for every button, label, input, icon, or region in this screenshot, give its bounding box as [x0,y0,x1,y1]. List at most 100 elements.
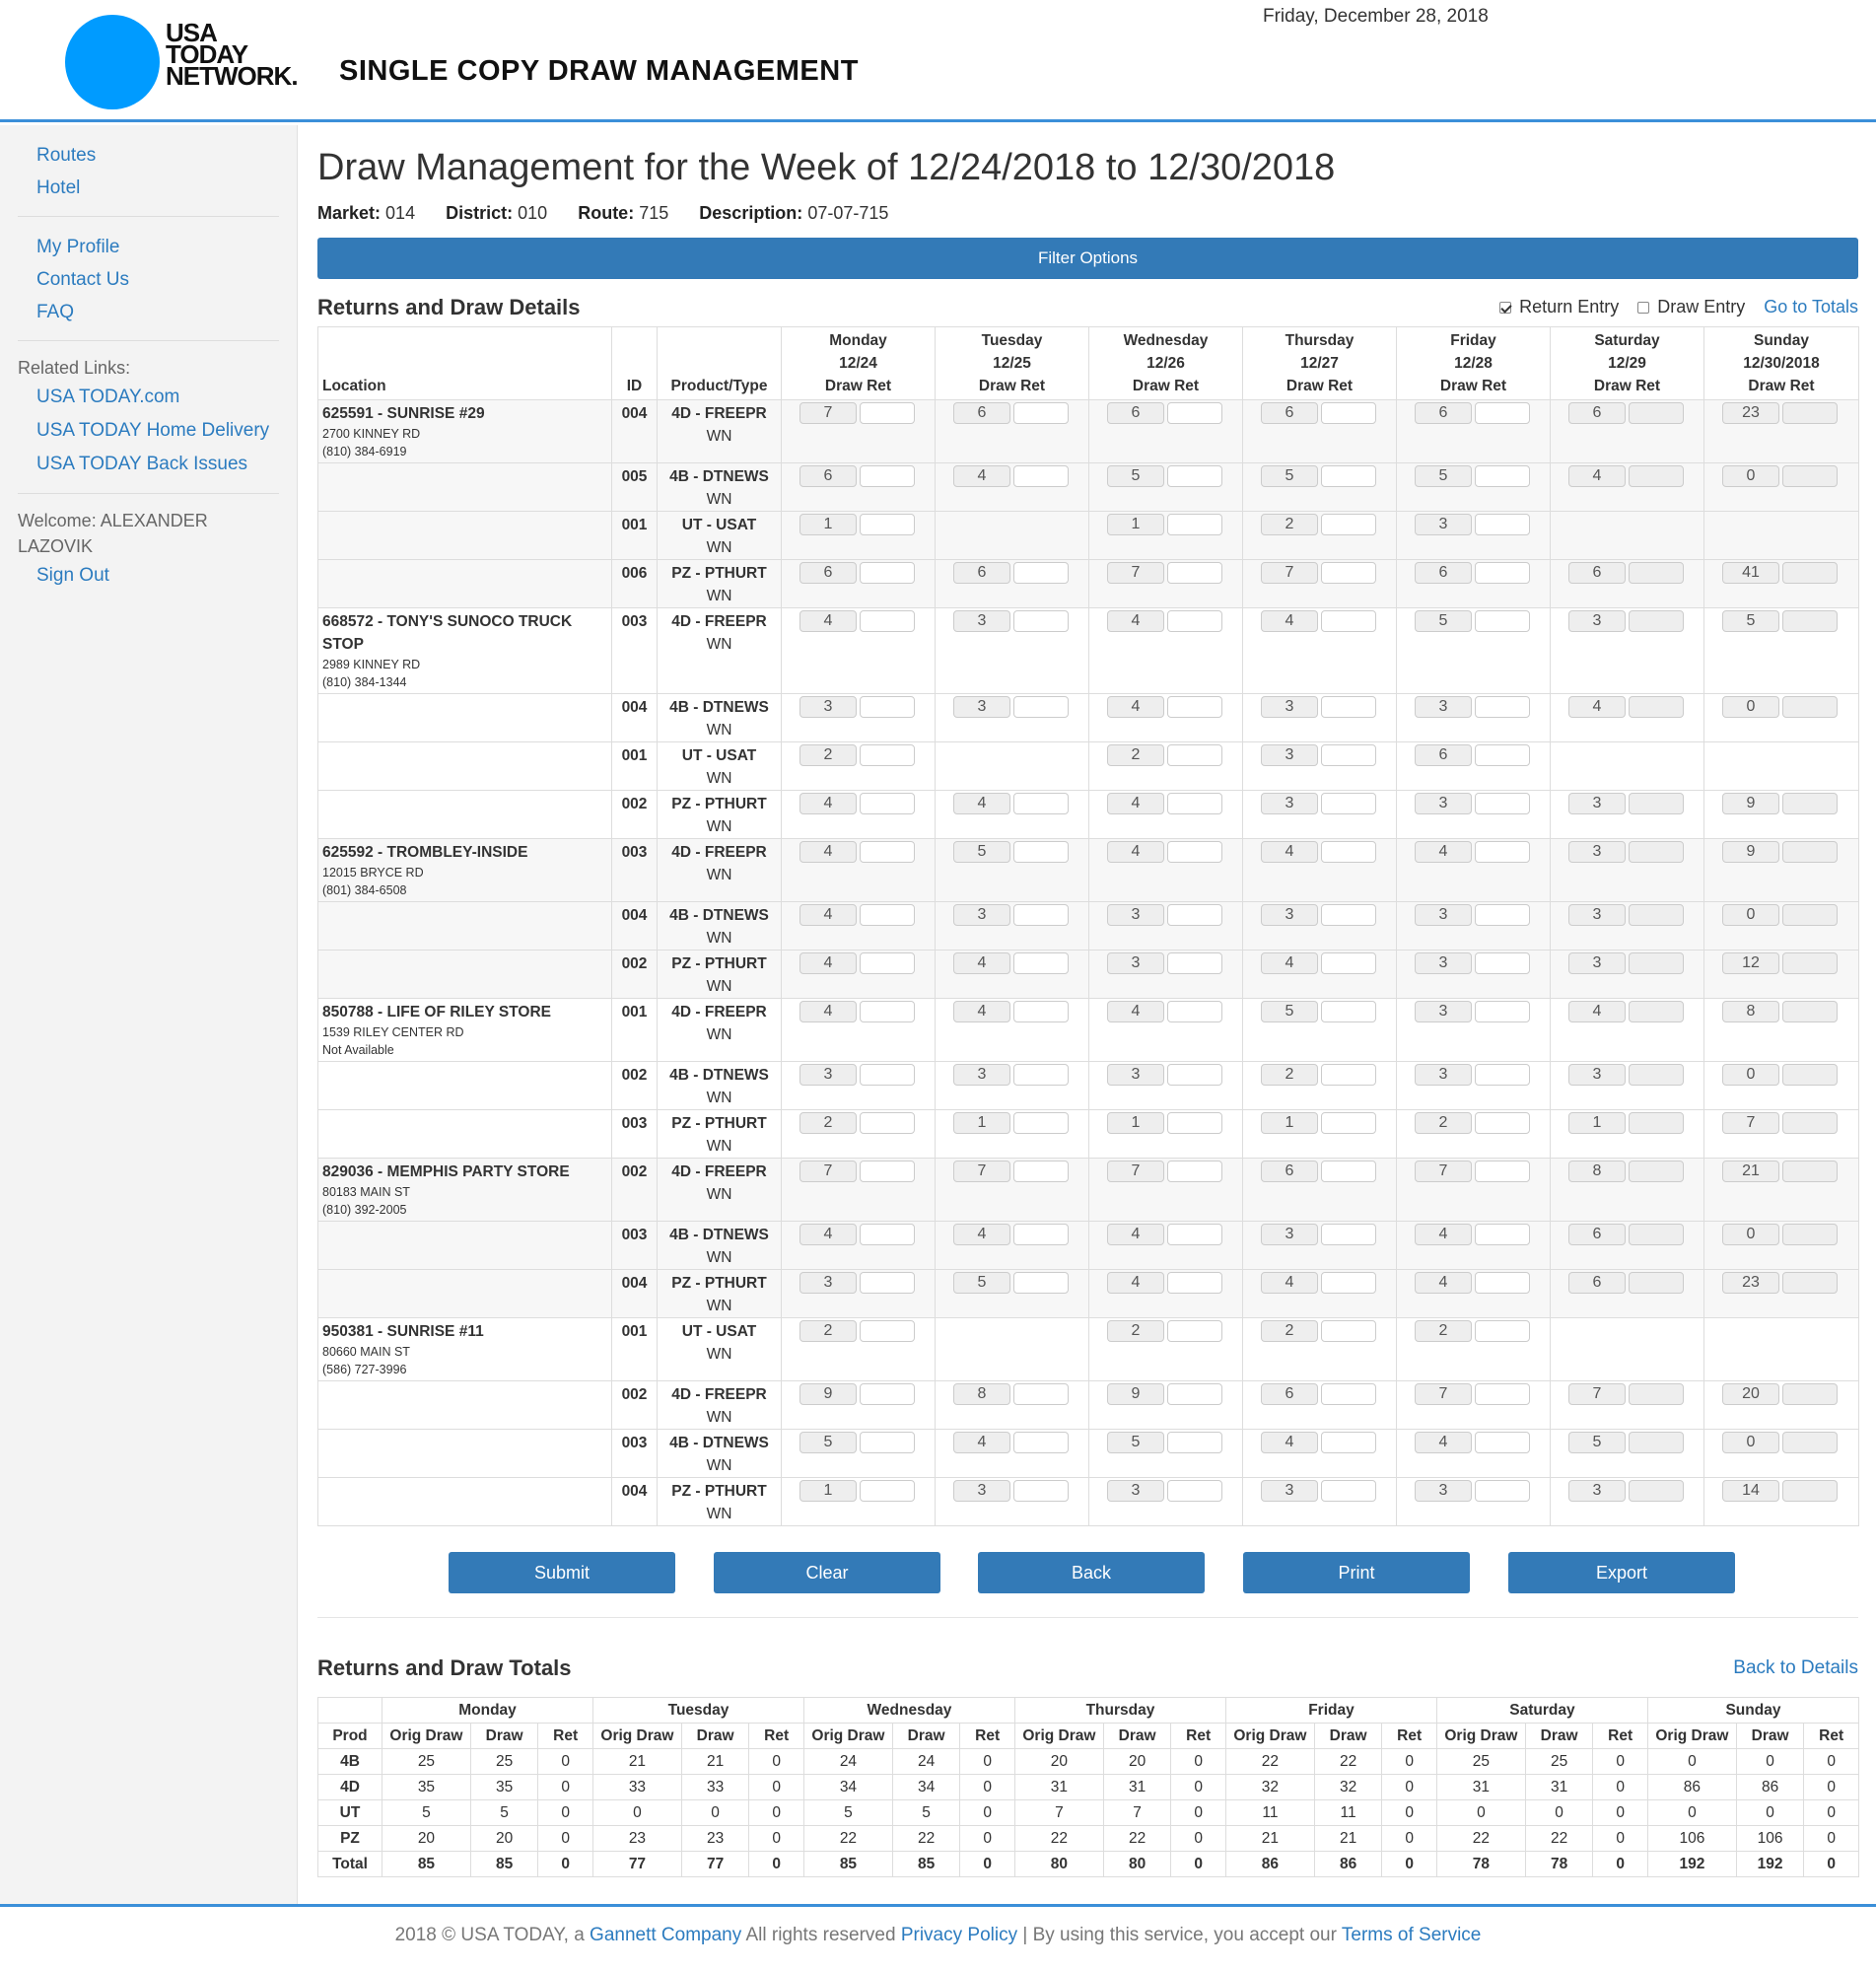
return-input[interactable] [1167,696,1222,718]
return-input[interactable] [1167,1432,1222,1453]
return-input[interactable] [1013,1064,1069,1086]
return-input[interactable] [860,1224,915,1245]
export-button[interactable]: Export [1508,1552,1735,1593]
return-input[interactable] [1321,1064,1376,1086]
return-input[interactable] [1321,465,1376,487]
return-input[interactable] [1013,1432,1069,1453]
return-input[interactable] [1475,402,1530,424]
return-input[interactable] [1013,562,1069,584]
return-input[interactable] [1321,744,1376,766]
return-input[interactable] [1475,1112,1530,1134]
return-input[interactable] [1321,904,1376,926]
usa-today-logo-icon[interactable] [65,15,160,109]
terms-of-service-link[interactable]: Terms of Service [1342,1925,1481,1945]
return-input[interactable] [1475,1224,1530,1245]
print-button[interactable]: Print [1243,1552,1470,1593]
return-input[interactable] [1167,1320,1222,1342]
return-input[interactable] [1475,1432,1530,1453]
return-input[interactable] [860,1001,915,1022]
back-button[interactable]: Back [978,1552,1205,1593]
return-input[interactable] [1167,793,1222,814]
return-input[interactable] [1013,1161,1069,1182]
return-input[interactable] [1475,610,1530,632]
return-input[interactable] [1475,514,1530,535]
return-input[interactable] [1475,1272,1530,1294]
return-input[interactable] [860,904,915,926]
return-input[interactable] [860,744,915,766]
sign-out-link[interactable]: Sign Out [18,559,279,592]
return-input[interactable] [860,1112,915,1134]
return-input[interactable] [1475,841,1530,863]
nav-routes-link[interactable]: Routes [18,139,279,172]
privacy-policy-link[interactable]: Privacy Policy [901,1925,1017,1945]
return-input[interactable] [860,841,915,863]
return-input[interactable] [1013,793,1069,814]
nav-faq-link[interactable]: FAQ [18,296,279,328]
return-input[interactable] [1321,1001,1376,1022]
return-input[interactable] [860,465,915,487]
return-input[interactable] [1167,514,1222,535]
related-back-issues-link[interactable]: USA TODAY Back Issues [18,448,279,481]
return-input[interactable] [860,696,915,718]
return-input[interactable] [860,793,915,814]
return-input[interactable] [1321,696,1376,718]
go-to-totals-link[interactable]: Go to Totals [1764,297,1858,317]
return-input[interactable] [860,1272,915,1294]
return-input[interactable] [1475,1064,1530,1086]
return-input[interactable] [1167,952,1222,974]
return-input[interactable] [1013,696,1069,718]
nav-hotel-link[interactable]: Hotel [18,172,279,204]
return-input[interactable] [1013,904,1069,926]
return-input[interactable] [860,952,915,974]
return-input[interactable] [1013,465,1069,487]
return-input[interactable] [1167,402,1222,424]
return-input[interactable] [860,1320,915,1342]
return-input[interactable] [860,1432,915,1453]
return-input[interactable] [1321,1272,1376,1294]
draw-entry-checkbox[interactable] [1637,302,1650,315]
return-input[interactable] [1321,1112,1376,1134]
return-input[interactable] [1321,1161,1376,1182]
return-input[interactable] [1167,1161,1222,1182]
clear-button[interactable]: Clear [714,1552,940,1593]
return-input[interactable] [1167,610,1222,632]
return-input[interactable] [1321,610,1376,632]
return-input[interactable] [1013,1480,1069,1502]
return-input[interactable] [860,1480,915,1502]
return-input[interactable] [1013,610,1069,632]
return-input[interactable] [1013,1224,1069,1245]
return-input[interactable] [1475,696,1530,718]
return-input[interactable] [1013,1001,1069,1022]
return-input[interactable] [1321,402,1376,424]
return-input[interactable] [1167,1064,1222,1086]
return-input[interactable] [1475,744,1530,766]
return-input[interactable] [860,1161,915,1182]
return-input[interactable] [1321,1432,1376,1453]
return-input[interactable] [1475,1383,1530,1405]
return-input[interactable] [1013,1272,1069,1294]
return-input[interactable] [1475,952,1530,974]
return-input[interactable] [1475,904,1530,926]
return-input[interactable] [860,1383,915,1405]
return-input[interactable] [1475,1480,1530,1502]
return-input[interactable] [860,514,915,535]
related-home-delivery-link[interactable]: USA TODAY Home Delivery [18,414,279,448]
return-input[interactable] [1321,793,1376,814]
return-input[interactable] [1167,841,1222,863]
return-input[interactable] [1013,1383,1069,1405]
return-input[interactable] [860,1064,915,1086]
return-input[interactable] [1321,514,1376,535]
return-input[interactable] [1475,1320,1530,1342]
return-input[interactable] [1013,1112,1069,1134]
return-input[interactable] [1321,1224,1376,1245]
return-entry-checkbox[interactable] [1499,302,1512,315]
return-input[interactable] [1013,952,1069,974]
back-to-details-link[interactable]: Back to Details [1733,1657,1858,1679]
submit-button[interactable]: Submit [449,1552,675,1593]
return-input[interactable] [1013,402,1069,424]
return-input[interactable] [1167,562,1222,584]
return-input[interactable] [1321,1480,1376,1502]
return-input[interactable] [1167,1480,1222,1502]
return-input[interactable] [1321,952,1376,974]
return-input[interactable] [1475,1001,1530,1022]
